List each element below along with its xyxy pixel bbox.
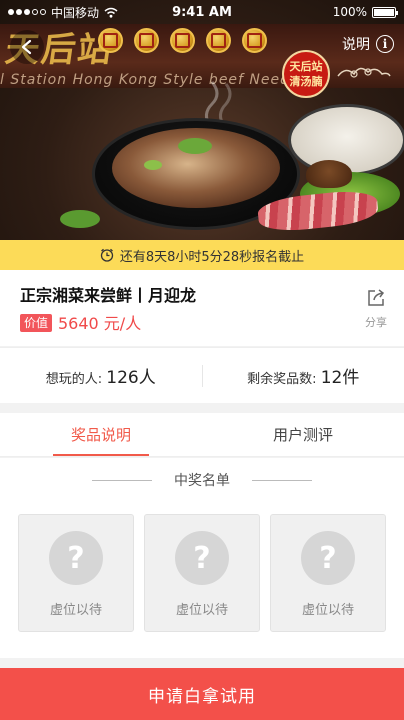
battery-icon [372,6,398,18]
winner-slot-label: 虚位以待 [175,603,228,618]
medallion [134,28,159,53]
signal-icon [8,9,46,15]
medallion [242,28,267,53]
winner-slots: ? 虚位以待 ? 虚位以待 ? 虚位以待 [18,514,386,632]
winner-slot-label: 虚位以待 [49,603,102,618]
winner-slot: ? 虚位以待 [270,514,386,632]
share-button[interactable]: 分享 [360,288,392,330]
remaining-count: 剩余奖品数: 12件 [203,363,404,388]
share-label: 分享 [365,316,387,329]
question-mark-icon: ? [49,531,103,585]
detail-tabs: 奖品说明 用户测评 [0,413,404,457]
medallion [170,28,195,53]
deadline-countdown: 还有8天8小时5分28秒报名截止 [0,240,404,270]
value-badge: 价值 [20,314,53,332]
divider-line [92,479,152,481]
divider-line [252,479,312,481]
medallion [98,28,123,53]
wifi-icon [104,7,118,18]
question-mark-icon: ? [175,531,229,585]
question-mark-icon: ? [301,531,355,585]
hero-stamp: 天后站 清汤腩 [282,50,330,98]
medallion [206,28,231,53]
interested-count: 想玩的人: 126人 [0,363,202,388]
info-label: 说明 [342,37,370,53]
cloud-ornament-icon [337,67,391,78]
stats-row: 想玩的人: 126人 剩余奖品数: 12件 [0,347,404,403]
leaf-garnish [60,210,100,228]
product-price: 5640 元/人 [58,314,142,333]
countdown-text: 还有8天8小时5分28秒报名截止 [119,249,305,265]
hero-stamp-line1: 天后站 [289,60,323,73]
clock-time: 9:41 AM [172,4,232,20]
product-info-card: 正宗湘菜来尝鲜丨月迎龙 价值 5640 元/人 分享 [0,270,404,346]
winner-slot: ? 虚位以待 [18,514,134,632]
winner-slot: ? 虚位以待 [144,514,260,632]
interested-value: 126人 [106,368,156,388]
back-button[interactable] [10,30,44,64]
winners-heading: 中奖名单 [0,470,404,490]
info-button[interactable]: 说明 i [342,34,394,54]
hero-stamp-line2: 清汤腩 [289,75,323,88]
hero-subtitle: l Station Hong Kong Style beef Needle [0,72,305,88]
share-icon [368,289,385,306]
product-title: 正宗湘菜来尝鲜丨月迎龙 [20,286,197,305]
battery-percent: 100% [332,5,367,19]
winners-title: 中奖名单 [174,473,230,489]
carrier-name: 中国移动 [51,5,100,20]
interested-label: 想玩的人: [45,372,103,387]
tab-user-reviews[interactable]: 用户测评 [202,413,404,456]
winners-section: 中奖名单 ? 虚位以待 ? 虚位以待 ? 虚位以待 [0,458,404,658]
remaining-label: 剩余奖品数: [247,372,317,387]
scallion-garnish [178,138,212,154]
chevron-left-icon [21,39,32,55]
info-icon: i [376,35,394,53]
scallion-garnish [144,160,162,170]
apply-trial-button[interactable]: 申请白拿试用 [0,668,404,720]
status-bar: 中国移动 9:41 AM 100% [0,0,404,24]
hero-medallions [98,28,267,53]
tab-prize-description[interactable]: 奖品说明 [0,413,202,456]
clock-icon [100,248,113,262]
mushroom [306,160,352,188]
winner-slot-label: 虚位以待 [301,603,354,618]
remaining-value: 12件 [320,368,360,388]
